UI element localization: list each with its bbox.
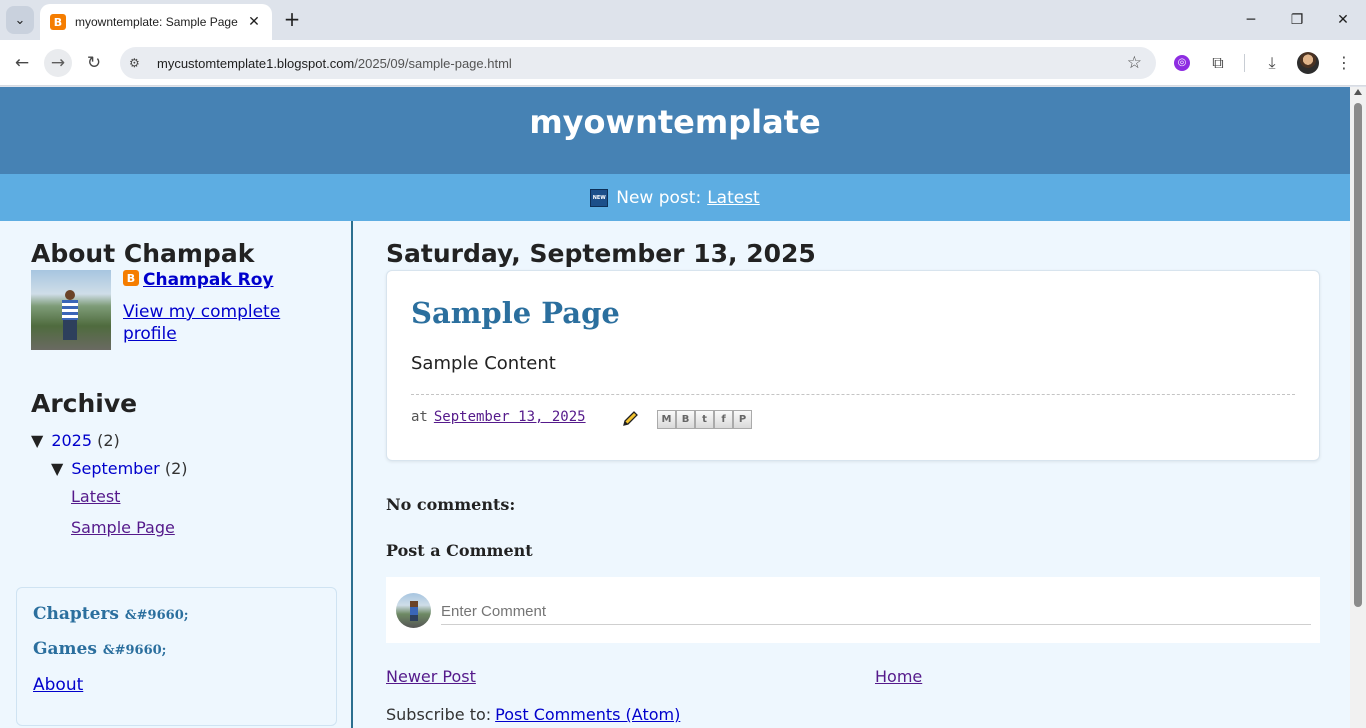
sidebar: About Champak B Champak Roy View my comp… — [0, 221, 353, 728]
archive-year-link[interactable]: 2025 — [51, 431, 92, 450]
toolbar-separator — [1244, 54, 1245, 72]
date-header: Saturday, September 13, 2025 — [386, 239, 816, 268]
view-profile-link[interactable]: View my complete profile — [123, 301, 313, 345]
tab-close-icon[interactable]: ✕ — [246, 14, 262, 30]
post-body: Sample Content — [411, 353, 556, 374]
post-timestamp-link[interactable]: September 13, 2025 — [434, 409, 586, 425]
email-share-icon[interactable]: M — [657, 410, 676, 429]
archive-month-count: (2) — [164, 459, 188, 478]
new-badge-icon: NEW — [590, 188, 609, 207]
page-viewport: myowntemplate NEW New post: Latest About… — [0, 87, 1350, 728]
blog-header: myowntemplate — [0, 87, 1350, 174]
tab-strip: ⌄ B myowntemplate: Sample Page ✕ + ─ ❐ ✕ — [0, 0, 1366, 40]
tab-search-chevron-icon[interactable]: ⌄ — [6, 6, 34, 34]
scroll-up-icon[interactable] — [1354, 89, 1362, 95]
blogger-icon: B — [123, 270, 139, 286]
twitter-share-icon[interactable]: t — [695, 410, 714, 429]
post-title[interactable]: Sample Page — [411, 296, 620, 330]
forward-arrow-icon[interactable]: → — [44, 49, 72, 77]
bookmark-star-icon[interactable]: ☆ — [1127, 53, 1142, 73]
archive-month-link[interactable]: September — [71, 459, 159, 478]
newer-post-link[interactable]: Newer Post — [386, 667, 476, 686]
page-scrollbar[interactable] — [1350, 87, 1366, 728]
new-post-label: New post: — [616, 187, 702, 208]
subscribe-row: Subscribe to: Post Comments (Atom) — [386, 705, 680, 724]
archive-post-link[interactable]: Latest — [71, 487, 120, 506]
close-window-icon[interactable]: ✕ — [1331, 8, 1355, 32]
menu-kebab-icon[interactable]: ⋮ — [1332, 51, 1356, 75]
back-arrow-icon[interactable]: ← — [8, 49, 36, 77]
post-divider — [411, 394, 1295, 395]
subscribe-atom-link[interactable]: Post Comments (Atom) — [495, 705, 680, 724]
extension-globe-icon[interactable]: ◎ — [1174, 55, 1190, 71]
restore-icon[interactable]: ❐ — [1285, 8, 1309, 32]
site-info-icon[interactable]: ⚙ — [129, 56, 145, 70]
archive-year-row: ▼ 2025 (2) — [31, 431, 120, 450]
about-title: About Champak — [31, 239, 255, 268]
profile-name-link[interactable]: Champak Roy — [143, 270, 273, 290]
archive-month-row: ▼ September (2) — [51, 459, 188, 478]
pinterest-share-icon[interactable]: P — [733, 410, 752, 429]
archive-post-link[interactable]: Sample Page — [71, 518, 175, 537]
url-text[interactable]: mycustomtemplate1.blogspot.com/2025/09/s… — [157, 56, 512, 71]
new-tab-plus-icon[interactable]: + — [281, 8, 303, 30]
post-footer: at September 13, 2025 — [411, 409, 586, 425]
blog-title[interactable]: myowntemplate — [0, 103, 1350, 141]
footer-at: at — [411, 409, 428, 425]
post-card: Sample Page Sample Content at September … — [386, 270, 1320, 461]
page-item-about[interactable]: About — [33, 675, 83, 695]
minimize-icon[interactable]: ─ — [1239, 8, 1263, 32]
extensions-puzzle-icon[interactable]: ⧉ — [1206, 51, 1230, 75]
comment-box — [386, 577, 1320, 643]
share-buttons: M B t f P — [657, 410, 752, 429]
browser-toolbar: ← → ↻ ⚙ mycustomtemplate1.blogspot.com/2… — [0, 40, 1366, 86]
facebook-share-icon[interactable]: f — [714, 410, 733, 429]
profile-avatar[interactable] — [1297, 52, 1319, 74]
archive-year-count: (2) — [97, 431, 120, 450]
profile-photo[interactable] — [31, 270, 111, 350]
page-item-chapters[interactable]: Chapters &#9660; — [33, 604, 189, 624]
blogger-favicon-icon: B — [50, 14, 66, 30]
commenter-avatar — [396, 593, 431, 628]
blogger-share-icon[interactable]: B — [676, 410, 695, 429]
page-item-games[interactable]: Games &#9660; — [33, 639, 166, 659]
active-tab[interactable]: B myowntemplate: Sample Page ✕ — [40, 4, 272, 40]
reload-icon[interactable]: ↻ — [80, 49, 108, 77]
subscribe-label: Subscribe to: — [386, 705, 492, 724]
archive-title: Archive — [31, 389, 138, 418]
post-comment-title: Post a Comment — [386, 541, 533, 560]
edit-pencil-icon[interactable] — [621, 410, 639, 428]
tab-title: myowntemplate: Sample Page — [75, 15, 238, 29]
scroll-thumb[interactable] — [1354, 103, 1362, 607]
address-bar[interactable]: ⚙ mycustomtemplate1.blogspot.com/2025/09… — [120, 47, 1156, 79]
new-post-bar: NEW New post: Latest — [0, 174, 1350, 221]
download-icon[interactable]: ⤓ — [1260, 51, 1284, 75]
expand-toggle-icon[interactable]: ▼ — [31, 431, 43, 450]
comments-title: No comments: — [386, 495, 516, 514]
pages-widget: Chapters &#9660; Games &#9660; About — [16, 587, 337, 726]
expand-toggle-icon[interactable]: ▼ — [51, 459, 63, 478]
home-link[interactable]: Home — [875, 667, 922, 686]
comment-input[interactable] — [441, 599, 1311, 625]
new-post-link[interactable]: Latest — [707, 188, 760, 208]
